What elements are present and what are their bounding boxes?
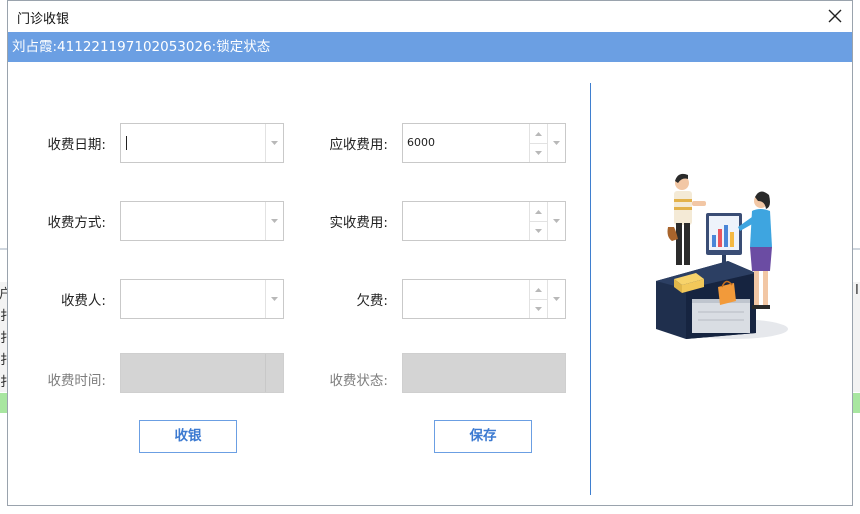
receivable-label: 应收费用: xyxy=(329,137,388,153)
charger-select[interactable] xyxy=(120,279,284,319)
actual-paid-dropdown[interactable] xyxy=(547,202,565,240)
arrears-dropdown[interactable] xyxy=(547,280,565,318)
outpatient-cashier-dialog: 门诊收银 刘占霞:411221197102053026:锁定状态 收费日期: 收… xyxy=(7,0,853,506)
arrears-spinner[interactable] xyxy=(529,280,547,318)
spin-up-button[interactable] xyxy=(530,124,547,144)
spin-down-button[interactable] xyxy=(530,143,547,162)
spin-up-button[interactable] xyxy=(530,202,547,222)
field-divider xyxy=(265,354,266,392)
chevron-down-icon xyxy=(535,150,542,155)
arrears-input[interactable] xyxy=(402,279,566,319)
background-divider xyxy=(853,248,860,250)
chevron-down-icon xyxy=(271,297,278,301)
patient-banner: 刘占霞:411221197102053026:锁定状态 xyxy=(8,32,852,62)
charge-date-label: 收费日期: xyxy=(47,137,106,153)
background-row-highlight xyxy=(853,393,860,413)
actual-paid-label: 实收费用: xyxy=(329,215,388,231)
chevron-down-icon xyxy=(553,219,560,223)
text-caret xyxy=(126,136,127,150)
close-button[interactable] xyxy=(822,4,848,28)
arrears-label: 欠费: xyxy=(356,293,388,309)
receivable-dropdown[interactable] xyxy=(547,124,565,162)
receivable-value: 6000 xyxy=(407,136,435,149)
charge-method-dropdown[interactable] xyxy=(265,202,283,240)
chevron-down-icon xyxy=(535,228,542,233)
save-button[interactable]: 保存 xyxy=(434,420,532,453)
actual-paid-input[interactable] xyxy=(402,201,566,241)
cashier-desk-illustration-icon xyxy=(656,173,788,339)
charge-status-field xyxy=(402,353,566,393)
chevron-down-icon xyxy=(553,297,560,301)
background-text: I xyxy=(855,283,859,298)
chevron-up-icon xyxy=(535,209,542,214)
charger-label: 收费人: xyxy=(60,293,106,309)
spin-up-button[interactable] xyxy=(530,280,547,300)
spin-down-button[interactable] xyxy=(530,299,547,318)
charge-date-dropdown[interactable] xyxy=(265,124,283,162)
actual-paid-spinner[interactable] xyxy=(529,202,547,240)
spin-down-button[interactable] xyxy=(530,221,547,240)
background-table xyxy=(853,282,860,392)
cashier-button[interactable]: 收银 xyxy=(139,420,237,453)
chevron-down-icon xyxy=(535,306,542,311)
charge-method-select[interactable] xyxy=(120,201,284,241)
close-icon xyxy=(828,9,842,23)
chevron-up-icon xyxy=(535,131,542,136)
chevron-up-icon xyxy=(535,287,542,292)
background-row-highlight xyxy=(0,393,7,413)
title-bar: 门诊收银 xyxy=(8,1,852,32)
charge-time-field xyxy=(120,353,284,393)
chevron-down-icon xyxy=(271,219,278,223)
charge-status-label: 收费状态: xyxy=(329,373,388,389)
charger-dropdown[interactable] xyxy=(265,280,283,318)
charge-time-label: 收费时间: xyxy=(47,373,106,389)
charge-date-field[interactable] xyxy=(120,123,284,163)
window-title: 门诊收银 xyxy=(17,12,70,27)
vertical-separator xyxy=(590,83,591,495)
chevron-down-icon xyxy=(271,141,278,145)
charge-method-label: 收费方式: xyxy=(47,215,106,231)
receivable-spinner[interactable] xyxy=(529,124,547,162)
chevron-down-icon xyxy=(553,141,560,145)
receivable-input[interactable]: 6000 xyxy=(402,123,566,163)
background-divider xyxy=(0,248,7,250)
